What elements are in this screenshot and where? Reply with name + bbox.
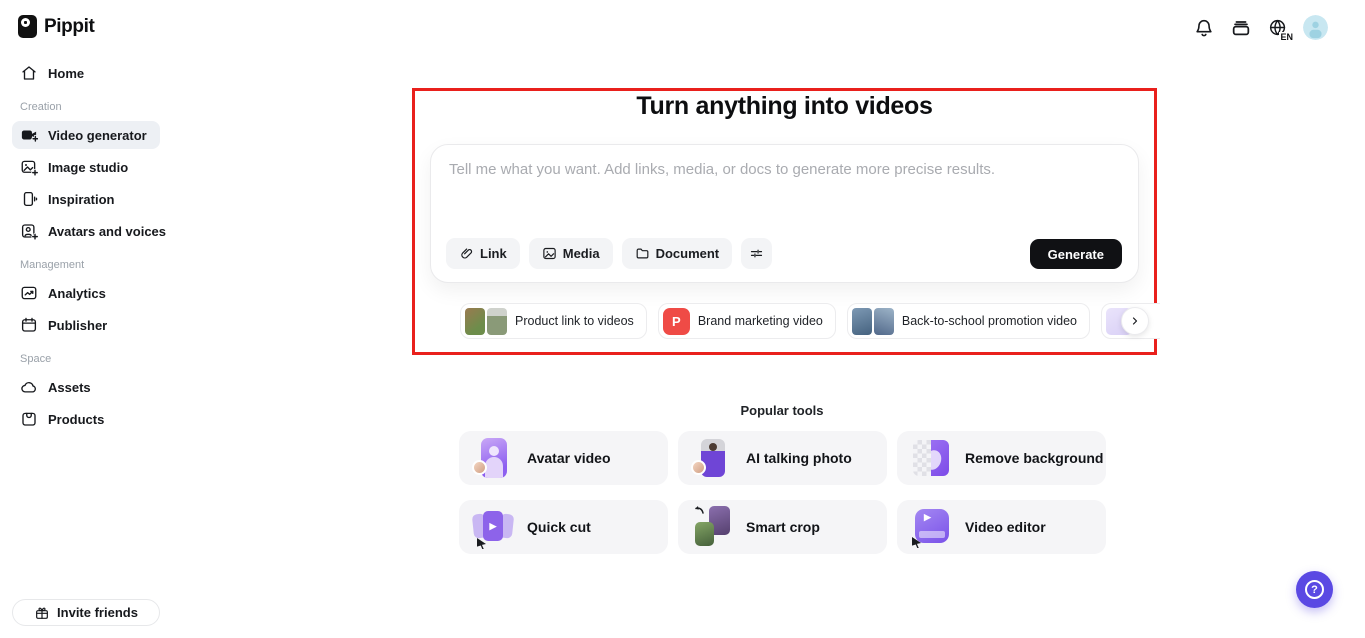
- sidebar-item-label: Image studio: [48, 159, 129, 175]
- avatar-card-icon: [21, 224, 38, 240]
- sidebar-item-home[interactable]: Home: [12, 59, 160, 87]
- media-button[interactable]: Media: [528, 238, 613, 269]
- sidebar-item-analytics[interactable]: Analytics: [12, 279, 160, 307]
- sidebar-item-assets[interactable]: Assets: [12, 373, 160, 401]
- highlighted-region-video-generator: Turn anything into videos Link Media: [412, 88, 1160, 355]
- tool-label: Remove background: [965, 450, 1104, 466]
- chevron-right-icon: [1132, 317, 1138, 325]
- topbar-actions: EN: [1192, 15, 1328, 42]
- suggestion-chips: Product link to videos P Brand marketing…: [460, 303, 1160, 341]
- prompt-input[interactable]: [449, 161, 1121, 219]
- sidebar-item-avatars-and-voices[interactable]: Avatars and voices: [12, 217, 166, 245]
- suggestion-label: Product link to videos: [515, 314, 634, 328]
- generate-button[interactable]: Generate: [1029, 239, 1122, 269]
- notification-bell-icon[interactable]: [1192, 16, 1216, 40]
- suggestion-label: Brand marketing video: [697, 314, 823, 328]
- sidebar-item-publisher[interactable]: Publisher: [12, 311, 160, 339]
- tool-smart-crop[interactable]: Smart crop: [678, 500, 887, 554]
- curved-arrow-icon: [695, 506, 704, 514]
- tool-remove-background[interactable]: Remove background: [897, 431, 1106, 485]
- brand-logo[interactable]: Pippit: [18, 15, 95, 38]
- link-button-label: Link: [480, 246, 507, 261]
- image-plus-icon: [21, 160, 38, 176]
- user-avatar[interactable]: [1303, 15, 1328, 40]
- sidebar-item-products[interactable]: Products: [12, 405, 160, 433]
- document-button-label: Document: [655, 246, 720, 261]
- page-title: Turn anything into videos: [636, 92, 933, 120]
- sidebar-item-label: Avatars and voices: [48, 223, 167, 239]
- analytics-chart-icon: [21, 286, 37, 300]
- suggestion-product-link-to-videos[interactable]: Product link to videos: [460, 303, 647, 339]
- sidebar: Home Creation Video generator Image stud…: [12, 59, 166, 437]
- suggestion-brand-marketing-video[interactable]: P Brand marketing video: [657, 303, 836, 339]
- cloud-icon: [21, 381, 36, 393]
- language-label: EN: [1279, 31, 1294, 42]
- sidebar-section-creation: Creation: [20, 101, 62, 113]
- tool-label: Video editor: [965, 519, 1046, 535]
- sidebar-item-video-generator[interactable]: Video generator: [12, 121, 160, 149]
- video-plus-icon: [21, 130, 38, 143]
- tool-label: Smart crop: [746, 519, 820, 535]
- smart-crop-thumbnail: [691, 505, 733, 549]
- image-icon: [543, 247, 556, 260]
- paperclip-icon: [461, 248, 473, 259]
- media-button-label: Media: [562, 246, 600, 261]
- ai-talking-photo-thumbnail: [691, 436, 733, 480]
- tool-label: Quick cut: [527, 519, 591, 535]
- gift-icon: [36, 607, 48, 619]
- remove-background-thumbnail: [910, 436, 952, 480]
- suggestion-thumbnail: [465, 307, 507, 335]
- document-button[interactable]: Document: [621, 238, 733, 269]
- suggestions-next-button[interactable]: [1120, 307, 1149, 335]
- tool-label: Avatar video: [527, 450, 611, 466]
- brand-name: Pippit: [44, 15, 95, 37]
- suggestion-back-to-school-promotion-video[interactable]: Back-to-school promotion video: [846, 303, 1090, 339]
- inspiration-icon: [23, 191, 38, 207]
- avatar-video-thumbnail: [472, 436, 514, 480]
- popular-tools-grid: Avatar video AI talking photo Remove bac…: [459, 431, 1106, 554]
- popular-tools-title: Popular tools: [740, 403, 824, 418]
- sidebar-item-label: Video generator: [48, 127, 147, 143]
- product-bag-icon: [22, 412, 36, 426]
- help-button[interactable]: ?: [1296, 571, 1333, 608]
- globe-language-icon[interactable]: EN: [1266, 16, 1294, 42]
- tool-quick-cut[interactable]: ▶ Quick cut: [459, 500, 668, 554]
- brand-logo-icon: [18, 15, 37, 38]
- tool-label: AI talking photo: [746, 450, 852, 466]
- sidebar-item-label: Home: [48, 65, 85, 81]
- invite-friends-button[interactable]: Invite friends: [12, 599, 160, 626]
- sidebar-item-inspiration[interactable]: Inspiration: [12, 185, 160, 213]
- sidebar-item-label: Assets: [48, 379, 91, 395]
- tool-ai-talking-photo[interactable]: AI talking photo: [678, 431, 887, 485]
- generate-button-label: Generate: [1047, 246, 1104, 262]
- invite-friends-label: Invite friends: [57, 605, 138, 620]
- attach-buttons: Link Media Document: [446, 238, 773, 269]
- sidebar-item-label: Analytics: [48, 285, 106, 301]
- sliders-icon: [751, 249, 763, 258]
- sidebar-item-label: Inspiration: [48, 191, 115, 207]
- folder-icon: [636, 248, 648, 259]
- suggestion-more: [1100, 303, 1160, 341]
- sidebar-item-label: Products: [48, 411, 105, 427]
- card-stack-icon[interactable]: [1229, 16, 1253, 40]
- tool-avatar-video[interactable]: Avatar video: [459, 431, 668, 485]
- sidebar-item-image-studio[interactable]: Image studio: [12, 153, 160, 181]
- brand-p-badge: P: [662, 307, 690, 335]
- prompt-card: Link Media Document: [430, 144, 1139, 283]
- home-icon: [22, 66, 36, 80]
- sidebar-item-label: Publisher: [48, 317, 108, 333]
- quick-cut-thumbnail: ▶: [471, 505, 515, 549]
- suggestion-label: Back-to-school promotion video: [901, 314, 1077, 328]
- sidebar-section-management: Management: [20, 259, 85, 271]
- calendar-icon: [21, 317, 37, 332]
- sidebar-section-space: Space: [20, 353, 52, 365]
- tool-video-editor[interactable]: Video editor: [897, 500, 1106, 554]
- suggestion-thumbnail: [851, 307, 894, 335]
- settings-sliders-button[interactable]: [741, 238, 773, 269]
- link-button[interactable]: Link: [446, 238, 520, 269]
- question-mark-icon: ?: [1305, 580, 1324, 599]
- video-editor-thumbnail: [910, 505, 952, 549]
